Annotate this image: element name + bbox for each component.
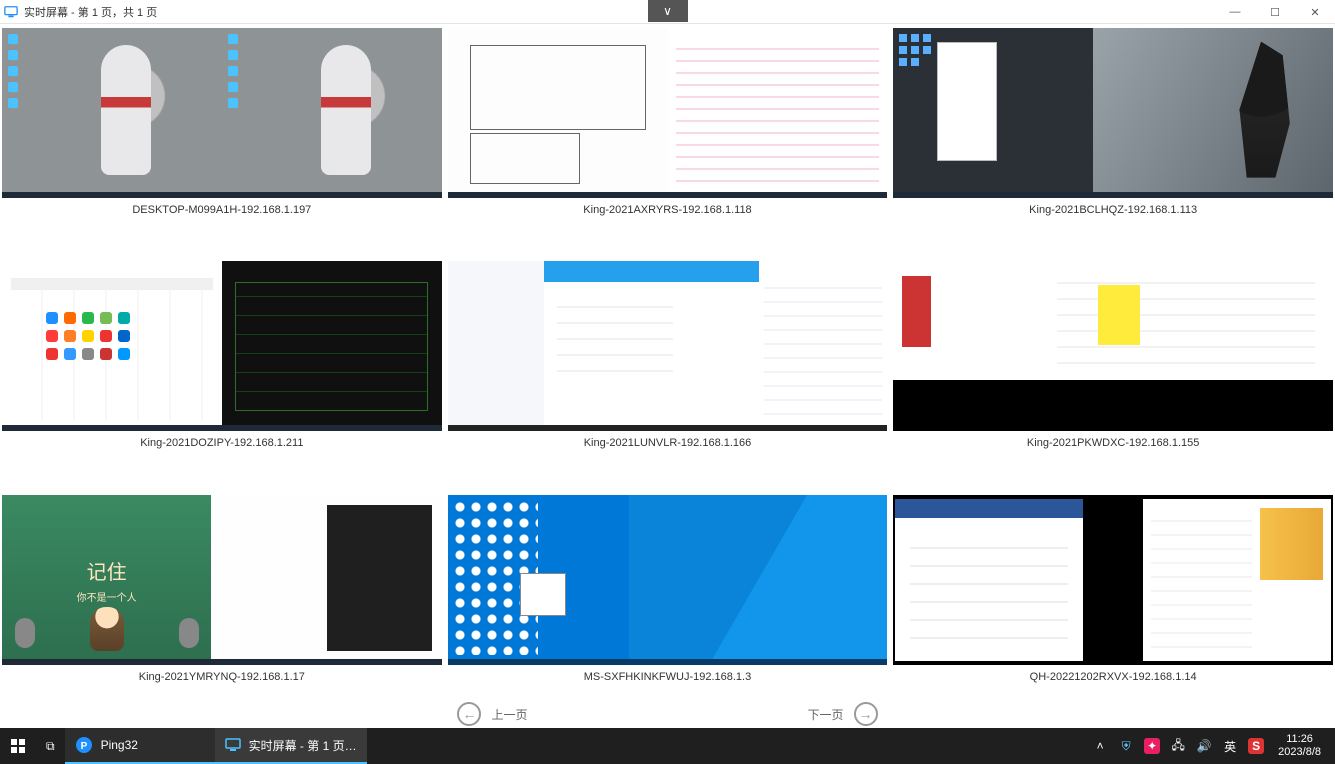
monk-big-text: 记住 [77,556,137,585]
start-button[interactable] [0,728,36,764]
window-controls: — ☐ ✕ [1215,0,1335,24]
screen-cell: DESKTOP-M099A1H-192.168.1.197 [2,28,442,257]
screen-cell: King-2021DOZIPY-192.168.1.211 [2,261,442,490]
next-page-button[interactable]: 下一页 → [808,702,878,726]
chevron-down-icon: ∨ [663,4,672,18]
screen-thumbnail[interactable] [448,28,888,198]
tray-pink-icon[interactable]: ✦ [1144,738,1160,754]
taskbar-app-ping32-label: Ping32 [101,738,138,752]
arrow-right-icon: → [854,702,878,726]
screen-label: MS-SXFHKINKFWUJ-192.168.1.3 [448,665,888,691]
screen-cell: King-2021BCLHQZ-192.168.1.113 [893,28,1333,257]
window-title: 实时屏幕 - 第 1 页，共 1 页 [24,4,157,20]
windows-icon [10,738,26,754]
pager: ← 上一页 下一页 → [0,700,1335,728]
screen-thumbnail[interactable] [893,261,1333,431]
prev-page-button[interactable]: ← 上一页 [457,702,527,726]
screen-cell: 记住你不是一个人King-2021YMRYNQ-192.168.1.17 [2,495,442,724]
taskbar-app-ping32[interactable]: P Ping32 [65,728,215,764]
ping32-icon: P [75,736,93,754]
screen-label: King-2021PKWDXC-192.168.1.155 [893,431,1333,457]
tray-network-icon[interactable]: 🖧 [1170,738,1186,754]
tray-sogou-icon[interactable]: S [1248,738,1264,754]
taskbar-app-realtime[interactable]: 实时屏幕 - 第 1 页… [215,728,367,764]
clock-time: 11:26 [1278,733,1321,746]
close-button[interactable]: ✕ [1295,0,1335,24]
minimize-button[interactable]: — [1215,0,1255,24]
screen-label: King-2021AXRYRS-192.168.1.118 [448,198,888,224]
screen-thumbnail[interactable] [893,28,1333,198]
screen-label: QH-20221202RXVX-192.168.1.14 [893,665,1333,691]
screen-thumbnail[interactable] [2,261,442,431]
system-tray: ˄ ⛨ ✦ 🖧 🔊 英 S [1086,738,1270,754]
screen-label: King-2021DOZIPY-192.168.1.211 [2,431,442,457]
screen-thumbnail[interactable] [448,261,888,431]
monk-sub-text: 你不是一个人 [77,589,137,604]
taskbar: ⧉ P Ping32 实时屏幕 - 第 1 页… ˄ ⛨ ✦ 🖧 🔊 英 S 1… [0,728,1335,764]
taskbar-clock[interactable]: 11:26 2023/8/8 [1270,733,1329,759]
clock-date: 2023/8/8 [1278,746,1321,759]
tray-shield-icon[interactable]: ⛨ [1118,738,1134,754]
screen-cell: King-2021AXRYRS-192.168.1.118 [448,28,888,257]
taskview-button[interactable]: ⧉ [36,728,65,764]
taskview-icon: ⧉ [46,739,55,754]
titlebar: 实时屏幕 - 第 1 页，共 1 页 ∨ — ☐ ✕ [0,0,1335,24]
monitor-icon [4,5,18,19]
screen-thumbnail[interactable]: 记住你不是一个人 [2,495,442,665]
tray-ime-indicator[interactable]: 英 [1222,738,1238,754]
prev-page-label: 上一页 [491,706,527,723]
screen-grid: DESKTOP-M099A1H-192.168.1.197King-2021AX… [2,28,1333,724]
screen-label: DESKTOP-M099A1H-192.168.1.197 [2,198,442,224]
svg-text:P: P [80,741,87,752]
screen-thumbnail[interactable] [893,495,1333,665]
screen-cell: MS-SXFHKINKFWUJ-192.168.1.3 [448,495,888,724]
screen-thumbnail[interactable] [2,28,442,198]
show-desktop-button[interactable] [1329,728,1335,764]
screen-cell: King-2021PKWDXC-192.168.1.155 [893,261,1333,490]
screen-thumbnail[interactable] [448,495,888,665]
next-page-label: 下一页 [808,706,844,723]
dropdown-button[interactable]: ∨ [648,0,688,22]
screen-label: King-2021LUNVLR-192.168.1.166 [448,431,888,457]
screen-grid-container: DESKTOP-M099A1H-192.168.1.197King-2021AX… [0,24,1335,728]
tray-overflow-icon[interactable]: ˄ [1092,738,1108,754]
screen-cell: QH-20221202RXVX-192.168.1.14 [893,495,1333,724]
screen-cell: King-2021LUNVLR-192.168.1.166 [448,261,888,490]
screen-label: King-2021BCLHQZ-192.168.1.113 [893,198,1333,224]
screen-label: King-2021YMRYNQ-192.168.1.17 [2,665,442,691]
arrow-left-icon: ← [457,702,481,726]
tray-volume-icon[interactable]: 🔊 [1196,738,1212,754]
taskbar-app-realtime-label: 实时屏幕 - 第 1 页… [249,737,357,754]
maximize-button[interactable]: ☐ [1255,0,1295,24]
monitor-icon [225,737,241,753]
